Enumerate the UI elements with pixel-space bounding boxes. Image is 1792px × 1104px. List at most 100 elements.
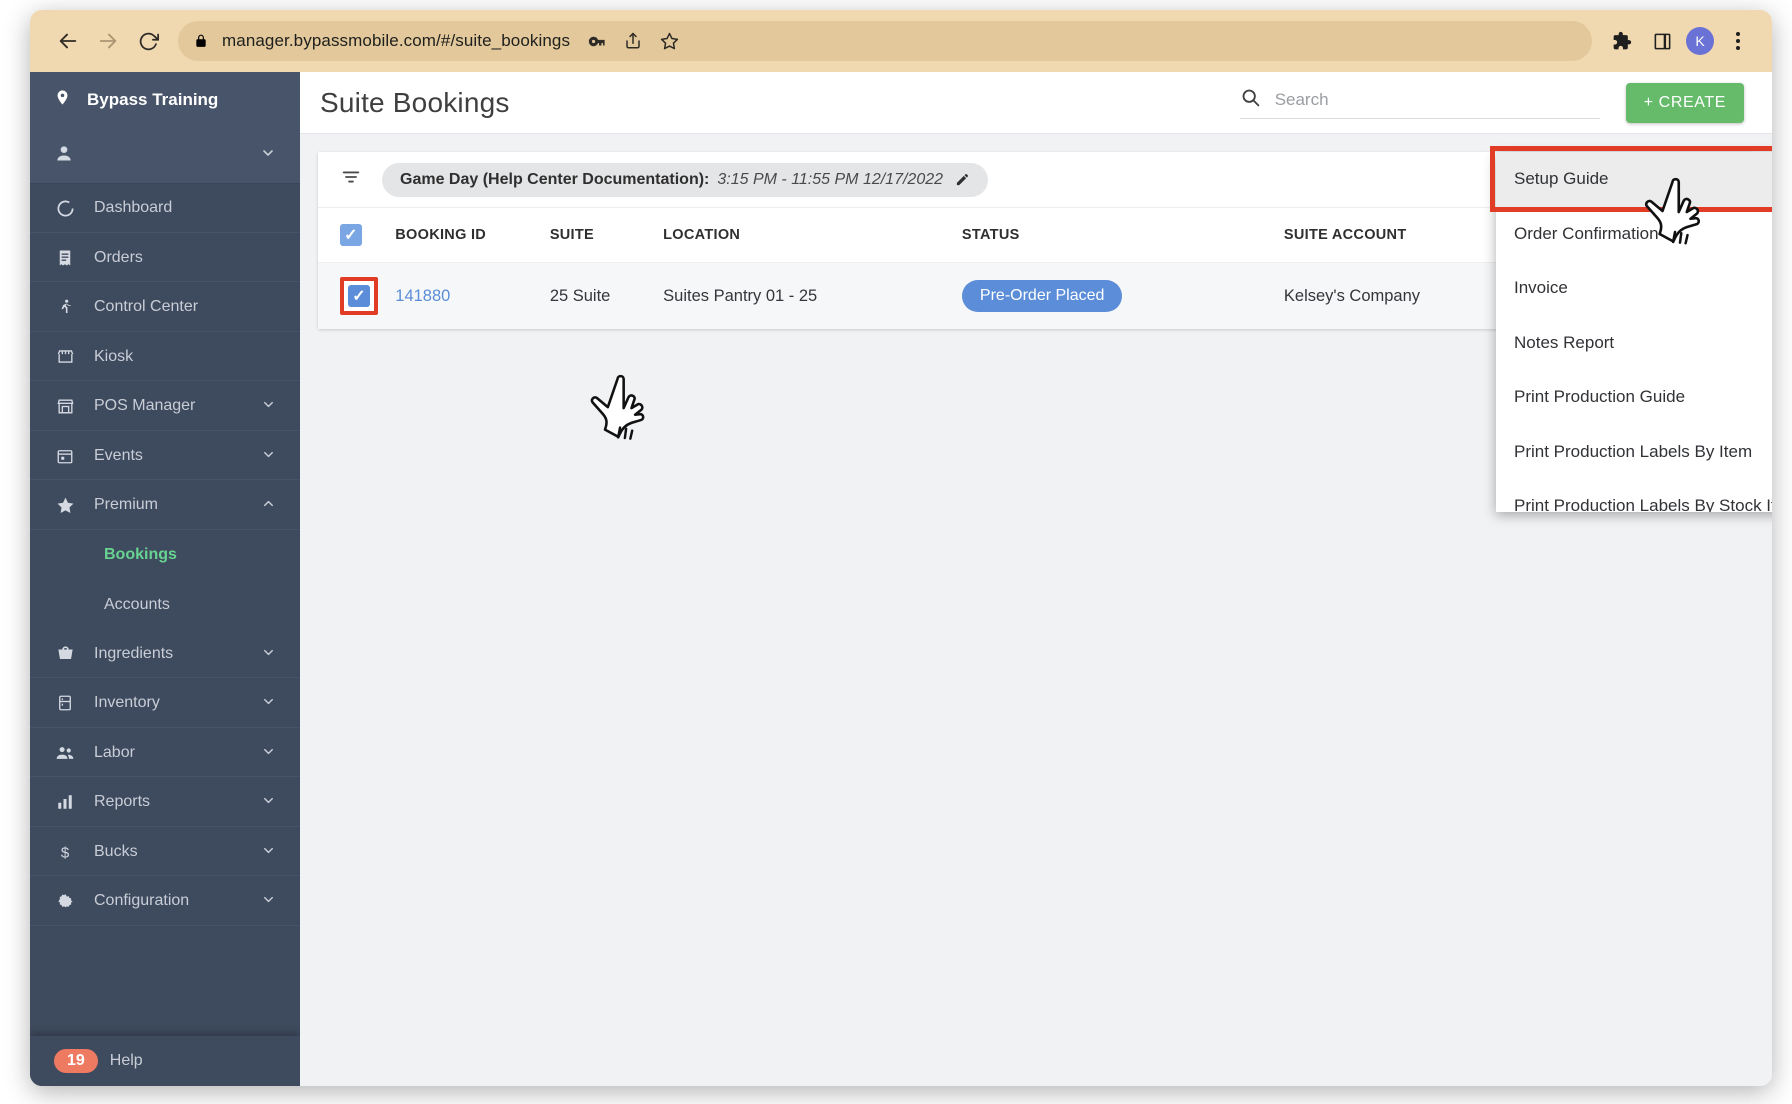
sidebar-item-dashboard[interactable]: Dashboard (30, 184, 300, 234)
password-key-icon[interactable] (580, 24, 614, 58)
reload-icon[interactable] (128, 21, 168, 61)
sidebar-item-pos-manager[interactable]: POS Manager (30, 382, 300, 432)
row-checkbox[interactable]: ✓ (348, 285, 370, 307)
chevron-down-icon[interactable] (261, 744, 276, 762)
sidebar-label: Orders (94, 248, 143, 266)
back-arrow-icon[interactable] (48, 21, 88, 61)
sidebar-label: Premium (94, 496, 159, 514)
sidebar-profile-row[interactable] (30, 128, 300, 184)
forward-arrow-icon[interactable] (88, 21, 128, 61)
sidebar-item-bucks[interactable]: $ Bucks (30, 828, 300, 878)
chevron-up-icon[interactable] (261, 496, 276, 514)
sidebar-help-bar[interactable]: 19 Help (30, 1036, 300, 1086)
sidebar-sub-label: Accounts (104, 595, 170, 613)
event-chip-time: 3:15 PM - 11:55 PM 12/17/2022 (717, 170, 944, 188)
sidebar-item-events[interactable]: Events (30, 432, 300, 482)
chevron-down-icon[interactable] (261, 793, 276, 811)
sidebar-item-inventory[interactable]: Inventory (30, 679, 300, 729)
pos-manager-shop-icon (54, 397, 76, 416)
select-all-checkbox[interactable]: ✓ (340, 224, 362, 246)
cell-location: Suites Pantry 01 - 25 (663, 286, 818, 305)
sidebar-label: Events (94, 446, 143, 464)
help-label: Help (109, 1052, 143, 1069)
column-suite[interactable]: SUITE (549, 208, 664, 263)
labor-people-icon (54, 743, 76, 763)
booking-id-link[interactable]: 141880 (395, 287, 450, 305)
page-header: Suite Bookings + CREATE (300, 72, 1772, 134)
chevron-down-icon[interactable] (261, 397, 276, 415)
cell-status: Pre-Order Placed (961, 263, 1284, 330)
main-content: Suite Bookings + CREATE (300, 72, 1772, 1086)
chevron-down-icon[interactable] (261, 447, 276, 465)
sidebar-item-kiosk[interactable]: Kiosk (30, 333, 300, 383)
configuration-gear-icon (54, 892, 76, 911)
cell-suite: 25 Suite (549, 286, 611, 305)
menu-item-print-production-labels-by-stock-item[interactable]: Print Production Labels By Stock Item (1496, 479, 1772, 512)
menu-item-print-production-guide[interactable]: Print Production Guide (1496, 370, 1772, 425)
sidebar-item-premium[interactable]: Premium (30, 481, 300, 531)
sidebar-label: Configuration (94, 892, 190, 910)
menu-item-print-production-labels-by-item[interactable]: Print Production Labels By Item (1496, 425, 1772, 480)
menu-item-order-confirmation[interactable]: Order Confirmation (1496, 207, 1772, 262)
pencil-edit-icon[interactable] (955, 172, 970, 187)
row-select-cell: ✓ (318, 263, 395, 330)
event-chip-title: Game Day (Help Center Documentation): (400, 170, 710, 188)
select-all-header: ✓ (318, 208, 396, 263)
chevron-down-icon[interactable] (261, 694, 276, 712)
help-badge: 19 (54, 1049, 98, 1073)
sidebar-label: Labor (94, 743, 135, 761)
chevron-down-icon[interactable] (261, 892, 276, 910)
sidebar-item-labor[interactable]: Labor (30, 729, 300, 779)
column-status[interactable]: STATUS (961, 208, 1284, 263)
search-input[interactable] (1274, 89, 1600, 110)
kiosk-storefront-icon (54, 347, 76, 366)
avatar[interactable]: K (1686, 27, 1714, 55)
event-filter-chip[interactable]: Game Day (Help Center Documentation): 3:… (382, 162, 989, 197)
extensions-puzzle-icon[interactable] (1606, 25, 1638, 57)
menu-item-notes-report[interactable]: Notes Report (1496, 316, 1772, 371)
sidebar-item-accounts[interactable]: Accounts (30, 580, 300, 630)
sidebar-item-bookings[interactable]: Bookings (30, 531, 300, 581)
person-icon (54, 143, 74, 168)
row-checkbox-highlight: ✓ (340, 277, 378, 315)
ingredients-basket-icon (54, 644, 76, 663)
app-body: Bypass Training Dashboard Orders Control… (30, 72, 1772, 1086)
chevron-down-icon[interactable] (260, 145, 276, 166)
sidebar-label: Bucks (94, 842, 138, 860)
column-location[interactable]: LOCATION (663, 208, 962, 263)
address-bar[interactable]: manager.bypassmobile.com/#/suite_booking… (178, 21, 1592, 61)
action-dropdown-menu[interactable]: Setup Guide Order Confirmation Invoice N… (1496, 152, 1772, 512)
browser-toolbar: manager.bypassmobile.com/#/suite_booking… (30, 10, 1772, 72)
events-calendar-icon (54, 447, 76, 465)
search-icon (1240, 87, 1261, 113)
sidebar-item-reports[interactable]: Reports (30, 778, 300, 828)
menu-item-invoice[interactable]: Invoice (1496, 261, 1772, 316)
sidebar: Bypass Training Dashboard Orders Control… (30, 72, 300, 1086)
brand-header[interactable]: Bypass Training (30, 72, 300, 128)
chrome-menu-icon[interactable] (1722, 25, 1754, 57)
chevron-down-icon[interactable] (261, 645, 276, 663)
sidebar-item-control-center[interactable]: Control Center (30, 283, 300, 333)
create-button[interactable]: + CREATE (1625, 82, 1744, 123)
filter-list-icon[interactable] (340, 166, 362, 193)
sidebar-sub-label: Bookings (104, 546, 177, 564)
sidebar-label: Ingredients (94, 644, 174, 662)
search-field[interactable] (1239, 87, 1600, 119)
sidebar-item-ingredients[interactable]: Ingredients (30, 630, 300, 680)
avatar-initial: K (1695, 33, 1705, 49)
sidebar-item-configuration[interactable]: Configuration (30, 877, 300, 927)
page-title: Suite Bookings (320, 86, 510, 118)
sidebar-item-orders[interactable]: Orders (30, 234, 300, 284)
side-panel-icon[interactable] (1646, 25, 1678, 57)
sidebar-label: Kiosk (94, 347, 134, 365)
menu-item-setup-guide[interactable]: Setup Guide (1496, 152, 1772, 207)
sidebar-label: POS Manager (94, 397, 196, 415)
chevron-down-icon[interactable] (261, 843, 276, 861)
sidebar-label: Dashboard (94, 199, 173, 217)
share-icon[interactable] (616, 24, 650, 58)
bookmark-star-icon[interactable] (652, 24, 686, 58)
url-text: manager.bypassmobile.com/#/suite_booking… (222, 31, 571, 50)
column-booking-id[interactable]: BOOKING ID (395, 208, 550, 263)
reports-bar-chart-icon (54, 793, 76, 811)
inventory-fridge-icon (54, 694, 76, 712)
